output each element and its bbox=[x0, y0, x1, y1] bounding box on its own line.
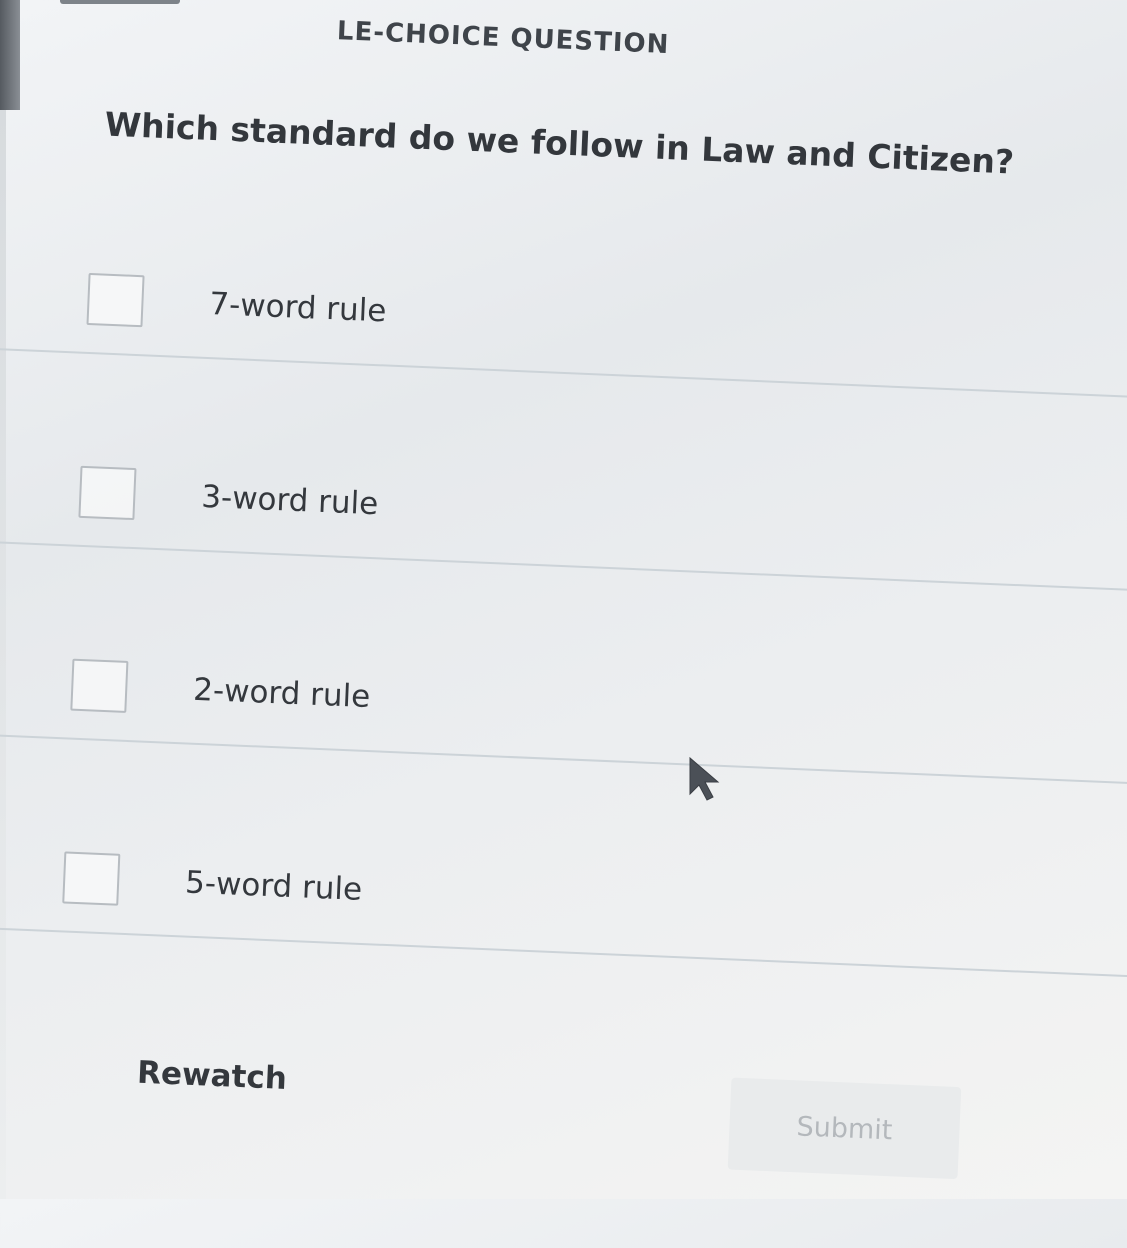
rewatch-button[interactable]: Rewatch bbox=[136, 1055, 287, 1097]
option-label: 2-word rule bbox=[192, 671, 371, 716]
question-card: LE-CHOICE QUESTION Which standard do we … bbox=[0, 0, 1127, 1245]
mouse-pointer-icon bbox=[689, 756, 720, 801]
option-7-word-rule[interactable]: 7-word rule bbox=[86, 259, 1127, 383]
option-checkbox[interactable] bbox=[62, 851, 121, 906]
option-5-word-rule[interactable]: 5-word rule bbox=[62, 837, 1124, 961]
submit-button[interactable]: Submit bbox=[727, 1077, 962, 1180]
question-text: Which standard do we follow in Law and C… bbox=[104, 104, 1015, 182]
option-3-word-rule[interactable]: 3-word rule bbox=[78, 452, 1127, 576]
option-checkbox[interactable] bbox=[86, 272, 145, 328]
option-label: 5-word rule bbox=[184, 864, 363, 908]
option-2-word-rule[interactable]: 2-word rule bbox=[70, 645, 1127, 769]
option-checkbox[interactable] bbox=[78, 465, 137, 521]
option-label: 3-word rule bbox=[200, 478, 380, 523]
option-checkbox[interactable] bbox=[70, 658, 129, 713]
section-label: LE-CHOICE QUESTION bbox=[336, 16, 670, 61]
option-label: 7-word rule bbox=[208, 286, 388, 330]
